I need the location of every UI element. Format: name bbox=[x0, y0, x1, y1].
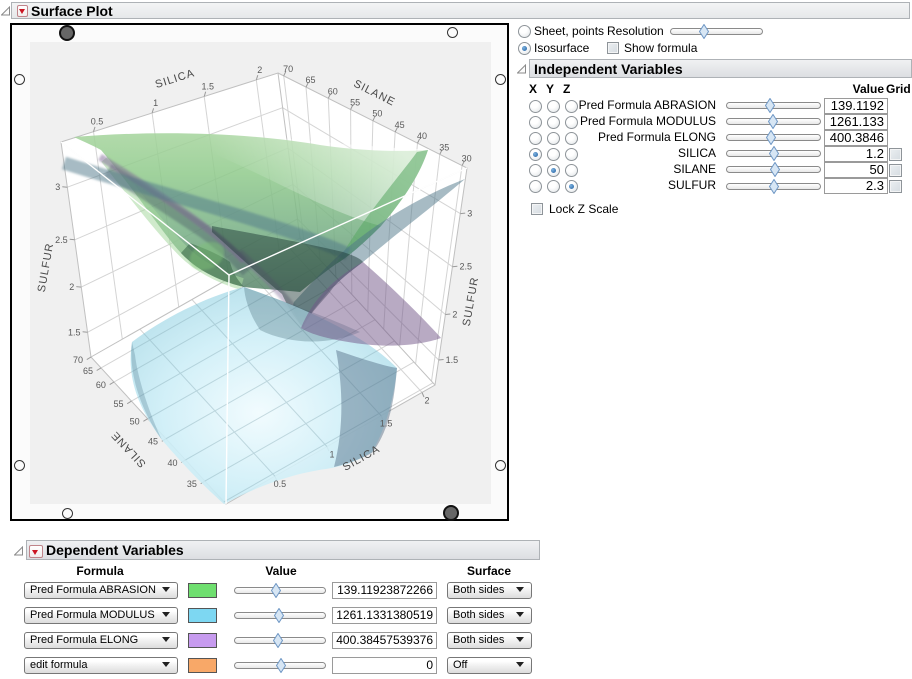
svg-text:1.5: 1.5 bbox=[68, 327, 81, 337]
svg-text:1: 1 bbox=[153, 98, 158, 108]
svg-text:40: 40 bbox=[167, 458, 177, 468]
svg-text:65: 65 bbox=[83, 366, 93, 376]
svg-text:45: 45 bbox=[395, 120, 405, 130]
svg-text:1.5: 1.5 bbox=[380, 419, 393, 429]
svg-text:65: 65 bbox=[305, 75, 315, 85]
svg-text:60: 60 bbox=[328, 86, 338, 96]
svg-text:35: 35 bbox=[439, 142, 449, 152]
svg-text:3: 3 bbox=[467, 209, 472, 219]
svg-text:0.5: 0.5 bbox=[274, 479, 287, 489]
svg-text:0.5: 0.5 bbox=[91, 117, 104, 127]
svg-text:55: 55 bbox=[113, 399, 123, 409]
svg-text:45: 45 bbox=[148, 437, 158, 447]
svg-text:2: 2 bbox=[69, 282, 74, 292]
svg-text:30: 30 bbox=[462, 154, 472, 164]
svg-text:3: 3 bbox=[55, 182, 60, 192]
svg-text:35: 35 bbox=[187, 479, 197, 489]
svg-text:60: 60 bbox=[96, 380, 106, 390]
svg-text:50: 50 bbox=[372, 109, 382, 119]
svg-text:2: 2 bbox=[452, 309, 457, 319]
svg-text:55: 55 bbox=[350, 97, 360, 107]
svg-text:50: 50 bbox=[130, 417, 140, 427]
svg-text:70: 70 bbox=[73, 355, 83, 365]
svg-text:2.5: 2.5 bbox=[55, 235, 68, 245]
svg-text:2: 2 bbox=[425, 395, 430, 405]
svg-text:2: 2 bbox=[257, 65, 262, 75]
svg-text:2.5: 2.5 bbox=[459, 262, 472, 272]
svg-text:1: 1 bbox=[329, 450, 334, 460]
svg-text:1.5: 1.5 bbox=[201, 81, 214, 91]
svg-text:70: 70 bbox=[283, 64, 293, 74]
svg-text:1.5: 1.5 bbox=[446, 355, 459, 365]
svg-text:40: 40 bbox=[417, 131, 427, 141]
